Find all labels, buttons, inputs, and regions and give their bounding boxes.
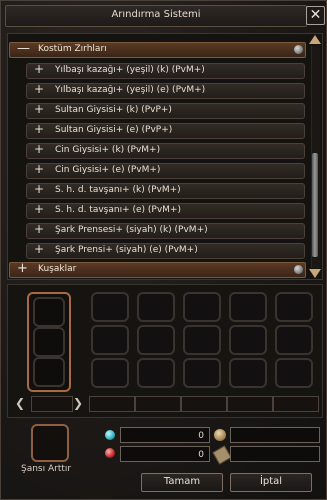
blue-gem-icon: [105, 430, 115, 440]
material-slot[interactable]: [229, 325, 267, 355]
expand-icon: +: [34, 222, 45, 236]
group-label: Kostüm Zırhları: [38, 44, 107, 54]
expand-icon: +: [34, 142, 45, 156]
material-slot[interactable]: [229, 358, 267, 388]
list-item-label: Yılbaşı kazağı+ (yeşil) (k) (PvM+): [55, 65, 205, 75]
list-item[interactable]: + Sultan Giysisi+ (e) (PvP+): [26, 122, 305, 139]
material-slot[interactable]: [137, 358, 175, 388]
material-label-box: [89, 396, 135, 412]
list-item-label: Sultan Giysisi+ (e) (PvP+): [55, 125, 173, 135]
coin-icon: [214, 429, 226, 441]
cost-field-2: 0: [120, 446, 210, 462]
chance-item-slot[interactable]: [31, 424, 69, 462]
material-slot[interactable]: [275, 292, 313, 322]
material-slot[interactable]: [275, 325, 313, 355]
expand-icon: +: [34, 102, 45, 116]
gold-field: [230, 427, 320, 443]
expand-icon: +: [34, 242, 45, 256]
ok-button[interactable]: Tamam: [141, 473, 223, 492]
refine-window: Arındırma Sistemi ✕ — Kostüm Zırhları + …: [0, 0, 327, 500]
material-slot[interactable]: [137, 325, 175, 355]
list-item-label: Cin Giysisi+ (k) (PvM+): [55, 145, 161, 155]
list-item[interactable]: + S. h. d. tavşanı+ (e) (PvM+): [26, 202, 305, 219]
expand-icon: +: [34, 62, 45, 76]
cost-field-1: 0: [120, 427, 210, 443]
list-item[interactable]: + Cin Giysisi+ (e) (PvM+): [26, 162, 305, 179]
material-slot[interactable]: [91, 358, 129, 388]
list-item-label: S. h. d. tavşanı+ (e) (PvM+): [55, 205, 181, 215]
material-label-box: [273, 396, 319, 412]
result-slot[interactable]: [33, 327, 65, 357]
material-column: [137, 292, 175, 388]
group-knob-icon: [294, 265, 303, 274]
group-label: Kuşaklar: [38, 264, 77, 274]
expand-icon: +: [34, 122, 45, 136]
slot-nav-bar: ❮ ❯: [11, 396, 319, 412]
list-item-label: S. h. d. tavşanı+ (k) (PvM+): [55, 185, 181, 195]
list-item[interactable]: + Cin Giysisi+ (k) (PvM+): [26, 142, 305, 159]
window-title: Arındırma Sistemi: [111, 9, 201, 20]
material-slot[interactable]: [137, 292, 175, 322]
scroll-field: [230, 446, 320, 462]
material-slot[interactable]: [275, 358, 313, 388]
nav-left-icon[interactable]: ❮: [15, 396, 25, 410]
list-item-label: Şark Prensi+ (siyah) (e) (PvM+): [55, 245, 198, 255]
red-gem-icon: [105, 448, 115, 458]
collapse-icon: —: [17, 41, 30, 56]
list-item[interactable]: + Şark Prensesi+ (siyah) (k) (PvM+): [26, 222, 305, 239]
close-icon[interactable]: ✕: [306, 6, 325, 25]
expand-icon: +: [34, 162, 45, 176]
expand-icon: +: [34, 202, 45, 216]
material-slot[interactable]: [91, 325, 129, 355]
list-item-label: Şark Prensesi+ (siyah) (k) (PvM+): [55, 225, 208, 235]
list-item[interactable]: + Yılbaşı kazağı+ (yeşil) (k) (PvM+): [26, 62, 305, 79]
scrollbar-thumb[interactable]: [312, 153, 318, 257]
material-column: [183, 292, 221, 388]
material-label-box: [181, 396, 227, 412]
list-item[interactable]: + Yılbaşı kazağı+ (yeşil) (e) (PvM+): [26, 82, 305, 99]
material-column: [91, 292, 129, 388]
material-slot[interactable]: [183, 358, 221, 388]
expand-icon: +: [34, 82, 45, 96]
list-item-label: Cin Giysisi+ (e) (PvM+): [55, 165, 161, 175]
result-slot[interactable]: [33, 297, 65, 327]
material-slot[interactable]: [183, 292, 221, 322]
material-column: [229, 292, 267, 388]
material-slot[interactable]: [91, 292, 129, 322]
result-slot[interactable]: [33, 357, 65, 387]
scroll-up-icon[interactable]: [309, 35, 321, 44]
expand-icon: +: [34, 182, 45, 196]
nav-right-icon[interactable]: ❯: [73, 396, 83, 410]
title-bar[interactable]: Arındırma Sistemi: [5, 5, 307, 27]
result-label-box: [31, 396, 73, 412]
expand-icon: +: [17, 261, 28, 276]
material-column: [275, 292, 313, 388]
material-slot[interactable]: [229, 292, 267, 322]
scroll-down-icon[interactable]: [309, 269, 321, 278]
chance-label: Şansı Arttır: [21, 464, 72, 474]
material-label-box: [135, 396, 181, 412]
result-slot-column: [27, 292, 71, 392]
group-kusaklar[interactable]: + Kuşaklar: [9, 261, 306, 278]
list-item[interactable]: + S. h. d. tavşanı+ (k) (PvM+): [26, 182, 305, 199]
list-item[interactable]: + Şark Prensi+ (siyah) (e) (PvM+): [26, 242, 305, 259]
group-knob-icon: [294, 45, 303, 54]
group-kostum-zirhlari[interactable]: — Kostüm Zırhları: [9, 41, 306, 58]
list-item[interactable]: + Sultan Giysisi+ (k) (PvP+): [26, 102, 305, 119]
list-item-label: Sultan Giysisi+ (k) (PvP+): [55, 105, 172, 115]
cancel-button[interactable]: İptal: [230, 473, 312, 492]
list-item-label: Yılbaşı kazağı+ (yeşil) (e) (PvM+): [55, 85, 206, 95]
material-label-box: [227, 396, 273, 412]
scroll-icon: [212, 445, 232, 465]
material-slot[interactable]: [183, 325, 221, 355]
